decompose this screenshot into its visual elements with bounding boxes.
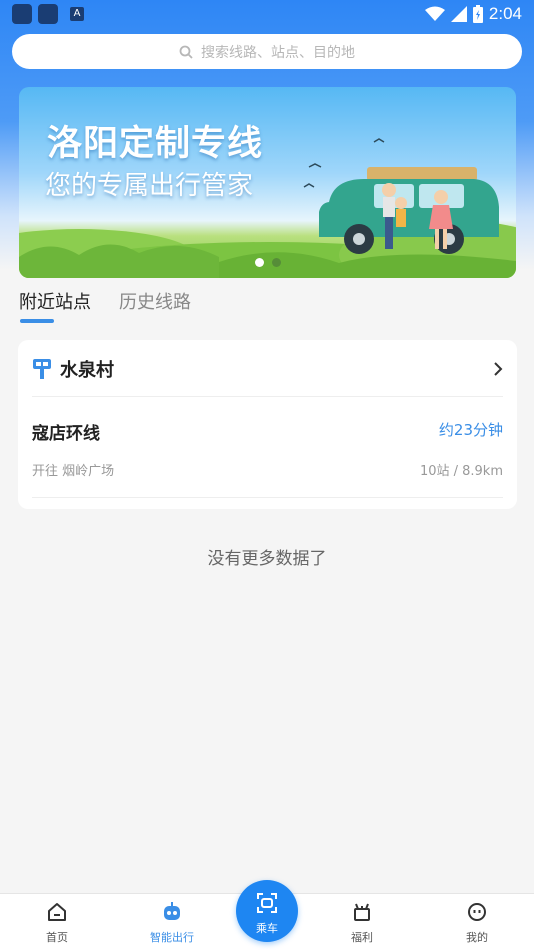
tab-nearby-stops[interactable]: 附近站点 bbox=[19, 288, 91, 314]
stop-name: 水泉村 bbox=[60, 359, 114, 381]
gift-icon bbox=[354, 903, 370, 921]
app-notification-icon: A bbox=[70, 7, 84, 21]
divider bbox=[32, 396, 503, 397]
search-icon bbox=[179, 45, 193, 59]
battery-icon bbox=[472, 5, 483, 23]
carousel-dot-active[interactable] bbox=[255, 258, 264, 267]
notification-icon bbox=[38, 4, 58, 24]
route-eta: 约23分钟 bbox=[438, 421, 503, 439]
status-bar: A 2:04 bbox=[0, 0, 534, 28]
nav-mine-label: 我的 bbox=[466, 931, 488, 944]
active-tab-indicator bbox=[20, 319, 54, 323]
promo-banner[interactable]: 洛阳定制专线 您的专属出行管家 bbox=[19, 87, 516, 278]
scan-icon bbox=[257, 893, 277, 913]
search-bar[interactable]: 搜索线路、站点、目的地 bbox=[12, 34, 522, 69]
wifi-icon bbox=[424, 6, 445, 21]
nav-home-label: 首页 bbox=[46, 931, 68, 944]
profile-face-icon bbox=[468, 903, 486, 921]
route-direction: 开往 烟岭广场 bbox=[32, 464, 115, 479]
tab-history-routes[interactable]: 历史线路 bbox=[119, 288, 191, 314]
nav-smart-travel[interactable]: 智能出行 bbox=[132, 902, 212, 945]
banner-title: 洛阳定制专线 bbox=[47, 124, 264, 164]
tab-bar: 附近站点 历史线路 bbox=[19, 288, 191, 314]
home-icon bbox=[48, 903, 66, 921]
nav-welfare[interactable]: 福利 bbox=[322, 902, 402, 945]
stop-card: 水泉村 寇店环线 约23分钟 开往 烟岭广场 10站 / 8.9km bbox=[18, 340, 517, 509]
carousel-indicator bbox=[255, 258, 281, 267]
notification-icon bbox=[12, 4, 32, 24]
stop-header[interactable]: 水泉村 bbox=[18, 340, 517, 397]
search-placeholder: 搜索线路、站点、目的地 bbox=[201, 44, 355, 61]
route-stops-distance: 10站 / 8.9km bbox=[419, 464, 503, 479]
bus-stop-icon bbox=[33, 358, 51, 379]
status-time: 2:04 bbox=[488, 4, 522, 23]
ride-button-label: 乘车 bbox=[256, 922, 278, 935]
nav-smart-travel-label: 智能出行 bbox=[150, 931, 194, 944]
route-name: 寇店环线 bbox=[32, 424, 100, 444]
nav-welfare-label: 福利 bbox=[351, 931, 373, 944]
divider bbox=[32, 497, 503, 498]
chevron-right-icon[interactable] bbox=[493, 361, 503, 377]
nav-mine[interactable]: 我的 bbox=[437, 902, 517, 945]
robot-icon bbox=[164, 902, 180, 920]
no-more-data-text: 没有更多数据了 bbox=[207, 549, 327, 569]
nav-home[interactable]: 首页 bbox=[17, 902, 97, 945]
ride-button[interactable]: 乘车 bbox=[236, 880, 298, 942]
banner-subtitle: 您的专属出行管家 bbox=[45, 171, 254, 201]
carousel-dot[interactable] bbox=[272, 258, 281, 267]
signal-icon bbox=[450, 6, 467, 22]
